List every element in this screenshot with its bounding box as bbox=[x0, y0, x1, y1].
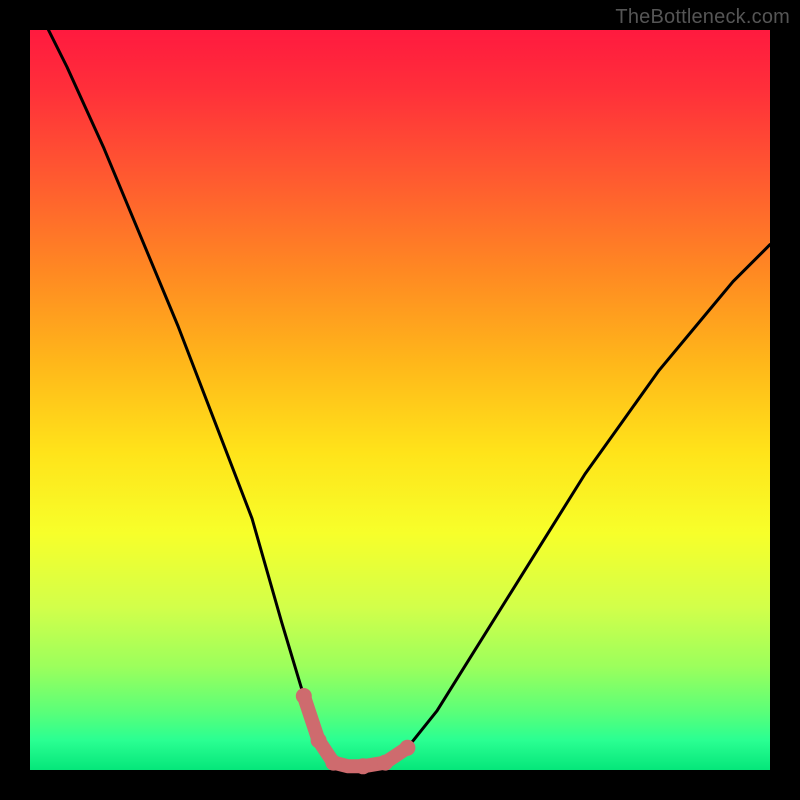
main-curve bbox=[30, 0, 770, 766]
watermark-text: TheBottleneck.com bbox=[615, 6, 790, 29]
chart-svg bbox=[30, 30, 770, 770]
chart-frame: TheBottleneck.com bbox=[0, 0, 800, 800]
plot-area bbox=[30, 30, 770, 770]
highlight-segment bbox=[304, 696, 408, 766]
